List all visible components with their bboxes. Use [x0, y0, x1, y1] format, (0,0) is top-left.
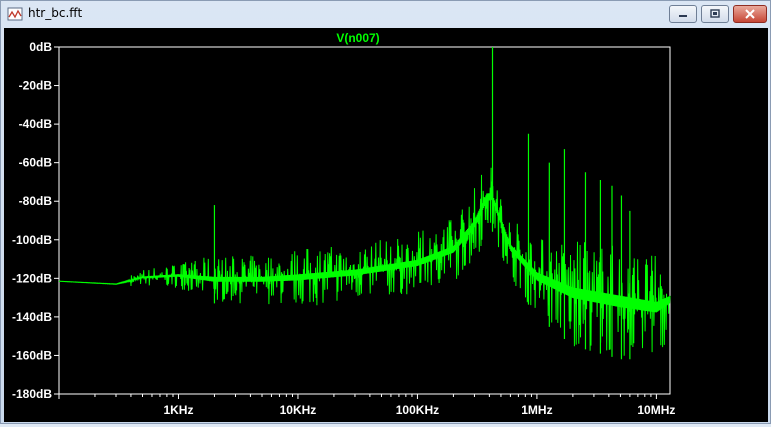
- y-tick-label: 0dB: [29, 40, 52, 54]
- chart-title: V(n007): [336, 31, 379, 45]
- x-tick-label: 100KHz: [396, 403, 439, 417]
- minimize-button[interactable]: [669, 5, 697, 23]
- x-tick-label: 10MHz: [637, 403, 675, 417]
- window-title: htr_bc.fft: [28, 6, 83, 20]
- x-axis: 1KHz 10KHz 100KHz 1MHz 10MHz: [58, 394, 675, 417]
- y-tick-label: -40dB: [19, 117, 53, 131]
- x-tick-label: 10KHz: [280, 403, 317, 417]
- y-axis: 0dB -20dB -40dB -60dB -80dB -100dB -120dB -140d…: [12, 40, 59, 401]
- y-tick-label: -160dB: [12, 348, 52, 362]
- restore-button[interactable]: [701, 5, 729, 23]
- y-tick-label: -60dB: [19, 156, 53, 170]
- y-tick-label: -20dB: [19, 79, 53, 93]
- trace-v-n007: [58, 47, 671, 360]
- trace-line: [58, 167, 671, 356]
- y-tick-label: -180dB: [12, 387, 52, 401]
- close-icon: [745, 9, 755, 19]
- fft-chart[interactable]: V(n007) 0dB -20dB -40dB -60dB -80dB -100dB -12…: [4, 28, 768, 422]
- title-bar[interactable]: htr_bc.fft: [1, 1, 770, 27]
- close-button[interactable]: [733, 5, 767, 23]
- waveform-file-icon: [7, 7, 23, 21]
- y-tick-label: -120dB: [12, 271, 52, 285]
- y-tick-label: -140dB: [12, 310, 52, 324]
- plot-window: htr_bc.fft V(n007) 0dB -20dB -40dB -60dB -80…: [0, 0, 771, 424]
- x-tick-label: 1KHz: [163, 403, 193, 417]
- restore-icon: [710, 9, 720, 18]
- plot-area[interactable]: V(n007) 0dB -20dB -40dB -60dB -80dB -100dB -12…: [4, 28, 768, 422]
- y-tick-label: -80dB: [19, 194, 53, 208]
- minimize-icon: [679, 15, 687, 17]
- x-tick-label: 1MHz: [521, 403, 552, 417]
- y-tick-label: -100dB: [12, 233, 52, 247]
